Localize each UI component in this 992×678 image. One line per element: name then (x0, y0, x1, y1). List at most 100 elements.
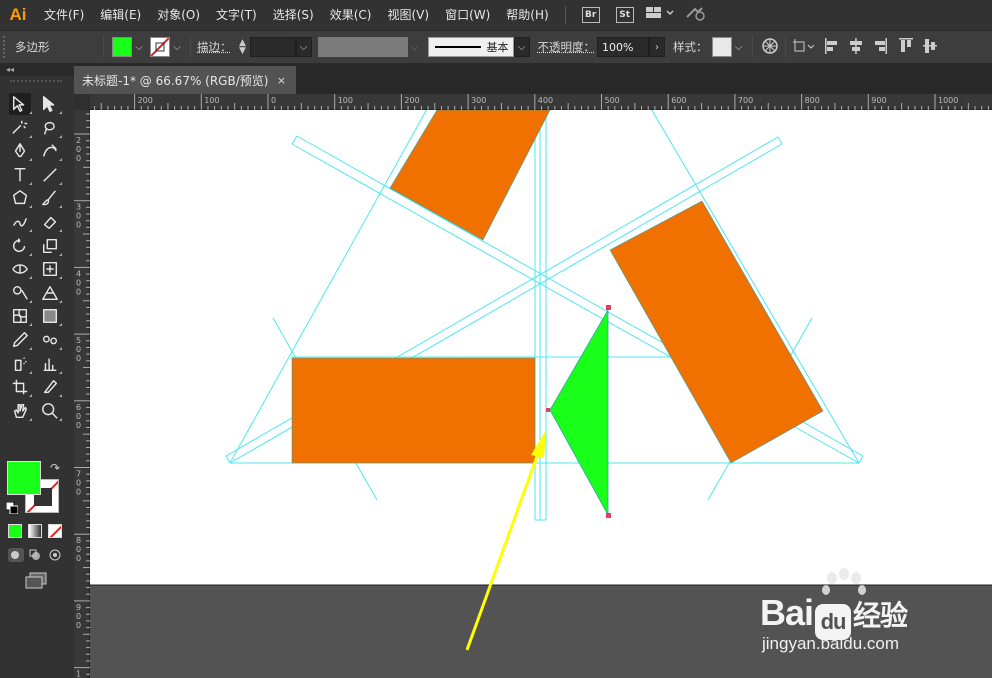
control-bar-grip[interactable] (3, 36, 11, 58)
anchor-point[interactable] (606, 305, 611, 310)
menu-select[interactable]: 选择(S) (265, 0, 322, 30)
lasso-tool-icon[interactable] (39, 117, 61, 139)
ruler-label: 500 (605, 96, 620, 105)
screen-mode-icon[interactable] (24, 572, 48, 593)
stroke-color-control[interactable]: ⌵ (150, 37, 184, 57)
chevron-right-icon[interactable]: › (649, 37, 665, 57)
ruler-label: 700 (76, 470, 81, 497)
variable-width-profile[interactable] (317, 37, 408, 57)
orange-bar-bottom[interactable] (291, 357, 536, 464)
draw-behind-icon[interactable] (28, 548, 44, 565)
stock-button[interactable]: St (615, 7, 634, 23)
recolor-artwork-icon[interactable] (761, 37, 779, 58)
gradient-tool-icon[interactable] (39, 305, 61, 327)
gradient-mode-icon[interactable] (28, 524, 42, 538)
ruler-label: 400 (538, 96, 553, 105)
pen-tool-icon[interactable] (9, 140, 31, 162)
menu-help[interactable]: 帮助(H) (498, 0, 556, 30)
draw-inside-icon[interactable] (48, 548, 64, 565)
align-right-icon[interactable] (872, 37, 888, 58)
chevron-down-icon[interactable]: ⌵ (170, 37, 184, 57)
menu-edit[interactable]: 编辑(E) (92, 0, 149, 30)
line-segment-tool-icon[interactable] (39, 164, 61, 186)
zoom-tool-icon[interactable] (39, 400, 61, 422)
close-icon[interactable]: × (277, 74, 286, 87)
anchor-point[interactable] (546, 408, 550, 412)
perspective-grid-tool-icon[interactable] (39, 282, 61, 304)
tool-group-indicator (29, 134, 32, 138)
align-left-icon[interactable] (824, 37, 840, 58)
paintbrush-tool-icon[interactable] (39, 187, 61, 209)
chevron-down-icon[interactable]: ⌵ (132, 37, 146, 57)
stroke-label[interactable]: 描边： (197, 39, 232, 55)
tool-group-indicator (29, 205, 32, 209)
ruler-origin[interactable] (74, 94, 90, 110)
ruler-label: 600 (76, 403, 81, 430)
menu-effect[interactable]: 效果(C) (322, 0, 380, 30)
orange-bar-right[interactable] (609, 200, 824, 464)
chevron-down-icon[interactable]: ⌵ (732, 37, 746, 57)
menu-view[interactable]: 视图(V) (379, 0, 437, 30)
shape-builder-tool-icon[interactable] (9, 282, 31, 304)
orange-bar-top[interactable] (389, 110, 551, 241)
fill-swatch[interactable] (112, 37, 132, 57)
sync-icon[interactable] (684, 5, 706, 25)
align-top-icon[interactable] (898, 37, 914, 58)
slice-tool-icon[interactable] (39, 376, 61, 398)
bridge-button[interactable]: Br (581, 7, 600, 23)
swap-fill-stroke-icon[interactable]: ↷ (50, 461, 60, 475)
stroke-none-swatch[interactable] (150, 37, 170, 57)
vertical-ruler[interactable]: 200 300 400 500 600 700 800 900 10 (74, 94, 90, 678)
align-vertical-center-icon[interactable] (922, 37, 938, 58)
eyedropper-tool-icon[interactable] (9, 329, 31, 351)
fill-color-box[interactable] (7, 461, 41, 495)
object-type-label: 多边形 (15, 40, 50, 54)
document-tab[interactable]: 未标题-1* @ 66.67% (RGB/预览) × (74, 66, 296, 94)
type-tool-icon[interactable] (9, 164, 31, 186)
menu-file[interactable]: 文件(F) (36, 0, 92, 30)
opacity-label[interactable]: 不透明度： (538, 39, 596, 55)
direct-selection-tool-icon[interactable] (39, 93, 61, 115)
tools-grip[interactable] (10, 80, 62, 82)
brush-profile-select[interactable]: 基本 (427, 37, 514, 57)
width-tool-icon[interactable] (9, 258, 31, 280)
tools-panel-header[interactable]: ◂◂ (0, 64, 74, 76)
scale-tool-icon[interactable] (39, 235, 61, 257)
symbol-sprayer-tool-icon[interactable] (9, 353, 31, 375)
menu-window[interactable]: 窗口(W) (437, 0, 498, 30)
opacity-input[interactable]: 100% (597, 37, 649, 57)
draw-normal-icon[interactable] (8, 548, 24, 562)
color-mode-icon[interactable] (8, 524, 22, 538)
hand-tool-icon[interactable] (9, 400, 31, 422)
anchor-point[interactable] (606, 513, 611, 518)
blend-tool-icon[interactable] (39, 329, 61, 351)
selection-tool-icon[interactable] (9, 93, 31, 115)
horizontal-ruler[interactable]: 200 100 0 100 200 300 400 500 600 700 800 900 1000 (90, 94, 992, 110)
fill-color-control[interactable]: ⌵ (112, 37, 146, 57)
magic-wand-tool-icon[interactable] (9, 117, 31, 139)
eraser-tool-icon[interactable] (39, 211, 61, 233)
curvature-tool-icon[interactable] (39, 140, 61, 162)
align-center-icon[interactable] (848, 37, 864, 58)
stroke-weight-field[interactable]: ▲ ▼ ⌵ (236, 37, 312, 57)
tool-group-indicator (29, 229, 32, 232)
mesh-tool-icon[interactable] (9, 305, 31, 327)
selected-green-triangle[interactable] (549, 308, 609, 516)
workspace-layout-icon[interactable] (645, 6, 676, 24)
stroke-weight-stepper[interactable]: ▲ ▼ (236, 37, 250, 57)
stroke-weight-input[interactable] (249, 37, 296, 57)
artboard-tool-icon[interactable] (9, 376, 31, 398)
chevron-down-icon[interactable]: ⌵ (295, 37, 312, 57)
rotate-tool-icon[interactable] (9, 235, 31, 257)
none-mode-icon[interactable] (48, 524, 62, 538)
graphic-style-swatch[interactable] (711, 37, 732, 57)
shaper-tool-icon[interactable] (9, 211, 31, 233)
free-transform-tool-icon[interactable] (39, 258, 61, 280)
polygon-tool-icon[interactable] (9, 187, 31, 209)
default-colors-icon[interactable] (5, 501, 19, 517)
menu-object[interactable]: 对象(O) (149, 0, 208, 30)
align-to-icon[interactable] (792, 37, 816, 58)
menu-type[interactable]: 文字(T) (208, 0, 265, 30)
column-graph-tool-icon[interactable] (39, 353, 61, 375)
chevron-down-icon[interactable]: ⌵ (513, 37, 530, 57)
